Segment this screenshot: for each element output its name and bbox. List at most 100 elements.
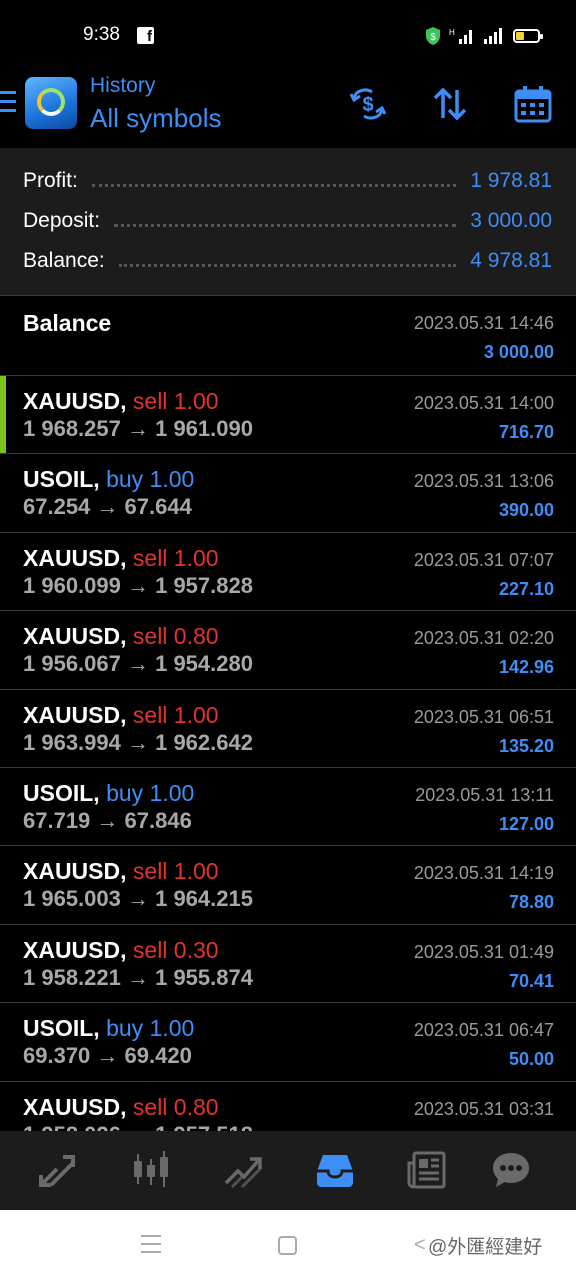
status-icons: $ H [425, 24, 543, 48]
trade-profit: 78.80 [508, 892, 554, 913]
deposit-value: 3 000.00 [470, 209, 552, 232]
trade-side: sell 1.00 [132, 701, 219, 728]
trade-row[interactable]: XAUUSD, sell 1.00 1 968.257 → 1 961.090 20… [0, 375, 576, 454]
symbol-name: USOIL, [23, 1015, 100, 1042]
trade-prices: 1 958.221 → 1 955.874 [23, 964, 253, 990]
trade-profit: 227.10 [498, 578, 554, 599]
trade-symbol: USOIL, buy 1.00 [23, 1015, 194, 1042]
balance-entry[interactable]: Balance 2023.05.31 14:46 3 000.00 [0, 295, 576, 375]
account-summary: Profit: 1 978.81 Deposit: 3 000.00 Balan… [0, 148, 576, 295]
home-button[interactable] [278, 1236, 297, 1255]
chart-icon[interactable] [130, 1149, 172, 1191]
trade-date: 2023.05.31 13:11 [415, 784, 554, 805]
recent-apps-button[interactable] [141, 1235, 161, 1259]
news-icon[interactable] [406, 1149, 448, 1191]
trade-date: 2023.05.31 01:49 [413, 941, 554, 962]
entry-date: 2023.05.31 14:46 [413, 313, 554, 333]
trade-symbol: USOIL, buy 1.00 [23, 466, 194, 493]
balance-label: Balance: [23, 249, 105, 272]
trade-profit: 135.20 [498, 735, 554, 756]
dotted-leader [118, 263, 457, 267]
deal-rows: XAUUSD, sell 1.00 1 968.257 → 1 961.090 20… [0, 375, 576, 1131]
trade-prices: 67.254 → 67.644 [23, 494, 192, 520]
sort-icon[interactable] [430, 84, 470, 124]
symbol-name: XAUUSD, [23, 1093, 127, 1120]
trade-row[interactable]: USOIL, buy 1.00 69.370 → 69.420 2023.05.31… [0, 1002, 576, 1080]
trade-symbol: XAUUSD, sell 1.00 [23, 858, 219, 885]
trade-prices: 1 958.026 → 1 957.518 [23, 1122, 253, 1131]
symbol-name: XAUUSD, [23, 701, 127, 728]
calendar-icon[interactable] [513, 84, 553, 124]
shield-icon: $ [426, 27, 440, 45]
signal-hd-icon: H [449, 28, 472, 44]
trade-row[interactable]: XAUUSD, sell 0.30 1 958.221 → 1 955.874 20… [0, 923, 576, 1002]
cell-signal-icon [484, 28, 502, 44]
trade-prices: 1 963.994 → 1 962.642 [23, 729, 253, 755]
profit-label: Profit: [23, 169, 78, 192]
svg-text:H: H [449, 28, 455, 37]
status-bar: 9:38 f $ H [0, 0, 576, 70]
history-icon[interactable] [314, 1149, 356, 1191]
trade-symbol: XAUUSD, sell 0.80 [23, 1094, 219, 1121]
app-logo [25, 77, 77, 129]
trade-profit: 127.00 [498, 813, 554, 834]
selection-accent [0, 454, 6, 531]
trade-row[interactable]: XAUUSD, sell 0.80 1 956.067 → 1 954.280 20… [0, 610, 576, 688]
trade-side: sell 0.80 [132, 1093, 219, 1120]
trade-prices: 1 956.067 → 1 954.280 [23, 651, 253, 677]
trade-profit: 716.70 [498, 422, 554, 442]
balance-entry-title: Balance [23, 310, 112, 336]
facebook-notification-icon: f [137, 27, 154, 45]
trade-prices: 1 968.257 → 1 961.090 [23, 416, 253, 441]
trade-symbol: XAUUSD, sell 1.00 [23, 545, 219, 572]
trade-side: sell 0.80 [132, 623, 219, 650]
trade-row[interactable]: XAUUSD, sell 1.00 1 963.994 → 1 962.642 20… [0, 688, 576, 767]
trade-date: 2023.05.31 14:19 [413, 863, 554, 884]
dotted-leader [114, 223, 457, 227]
symbol-name: XAUUSD, [23, 858, 127, 885]
trade-date: 2023.05.31 02:20 [413, 628, 554, 649]
trade-row[interactable]: USOIL, buy 1.00 67.719 → 67.846 2023.05.31… [0, 766, 576, 845]
header-subtitle: History [90, 74, 156, 97]
selection-accent [0, 768, 6, 845]
trade-row[interactable]: XAUUSD, sell 1.00 1 960.099 → 1 957.828 20… [0, 531, 576, 610]
system-navigation-bar: < @外匯經建好 [0, 1210, 576, 1280]
page-title[interactable]: All symbols [90, 103, 221, 134]
trade-side: buy 1.00 [106, 779, 195, 806]
trade-date: 2023.05.31 14:00 [413, 393, 554, 413]
quotes-icon[interactable] [37, 1149, 79, 1191]
profit-row: Profit: 1 978.81 [23, 166, 552, 196]
symbol-name: XAUUSD, [23, 388, 127, 414]
symbol-name: XAUUSD, [23, 623, 127, 650]
selection-accent [0, 846, 6, 923]
trade-row[interactable]: XAUUSD, sell 1.00 1 965.003 → 1 964.215 20… [0, 845, 576, 923]
selection-accent [0, 533, 6, 610]
trade-side: sell 1.00 [132, 858, 219, 885]
trade-icon[interactable] [222, 1149, 264, 1191]
trade-date: 2023.05.31 03:31 [413, 1098, 554, 1119]
trade-side: sell 1.00 [132, 388, 219, 414]
currency-exchange-icon[interactable]: $ [348, 84, 388, 124]
trade-symbol: USOIL, buy 1.00 [23, 780, 194, 807]
svg-text:$: $ [362, 94, 373, 116]
history-list[interactable]: Balance 2023.05.31 14:46 3 000.00 XAUUSD… [0, 295, 576, 1131]
chat-icon[interactable] [490, 1149, 532, 1191]
trade-date: 2023.05.31 06:47 [413, 1020, 554, 1041]
symbol-name: USOIL, [23, 779, 100, 806]
back-button[interactable]: < [414, 1234, 426, 1257]
trade-prices: 67.719 → 67.846 [23, 807, 192, 833]
bottom-navigation [0, 1131, 576, 1210]
trade-prices: 1 960.099 → 1 957.828 [23, 572, 253, 598]
entry-amount: 3 000.00 [483, 342, 554, 362]
trade-side: buy 1.00 [106, 466, 195, 493]
status-time: 9:38 [83, 24, 120, 45]
trade-row[interactable]: USOIL, buy 1.00 67.254 → 67.644 2023.05.31… [0, 453, 576, 531]
selection-accent [0, 376, 6, 454]
trade-row[interactable]: XAUUSD, sell 0.801 958.026 → 1 957.51820… [0, 1080, 576, 1131]
dotted-leader [91, 183, 457, 187]
selection-accent [0, 690, 6, 767]
svg-text:$: $ [430, 32, 436, 43]
balance-value: 4 978.81 [470, 249, 552, 272]
menu-icon[interactable] [0, 91, 16, 113]
deposit-row: Deposit: 3 000.00 [23, 206, 552, 236]
